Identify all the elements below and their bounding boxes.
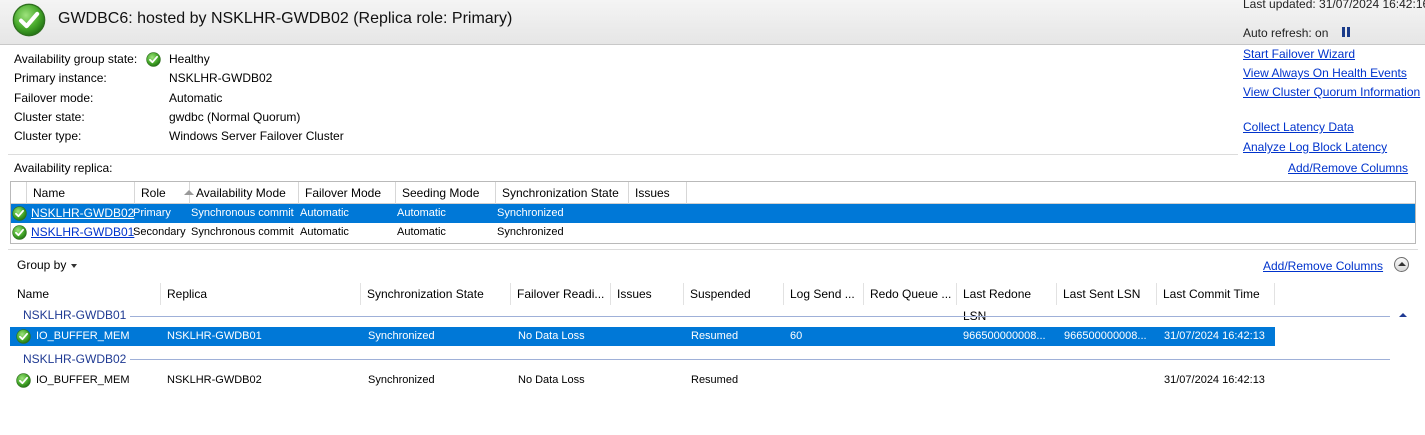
column-header-last-redone-lsn[interactable]: Last Redone LSN xyxy=(957,283,1057,323)
property-label: Failover mode: xyxy=(14,91,94,105)
property-label: Cluster type: xyxy=(14,129,82,143)
replica-availability-mode: Synchronous commit xyxy=(191,226,294,238)
replica-seeding-mode: Automatic xyxy=(397,207,446,219)
start-failover-wizard-link[interactable]: Start Failover Wizard xyxy=(1243,47,1355,61)
column-header-issues[interactable]: Issues xyxy=(629,182,687,204)
chevron-up-icon[interactable] xyxy=(1399,313,1407,317)
replica-sync-state: Synchronized xyxy=(497,207,564,219)
replica-failover-mode: Automatic xyxy=(300,226,349,238)
replica-seeding-mode: Automatic xyxy=(397,226,446,238)
database-last-commit-time: 31/07/2024 16:42:13 xyxy=(1164,374,1265,386)
collapse-all-button[interactable] xyxy=(1394,257,1409,272)
replica-availability-mode: Synchronous commit xyxy=(191,207,294,219)
replica-name-link[interactable]: NSKLHR-GWDB01 xyxy=(28,223,134,242)
analyze-log-block-latency-link[interactable]: Analyze Log Block Latency xyxy=(1243,140,1387,154)
database-failover-readiness: No Data Loss xyxy=(518,330,585,342)
page-title: GWDBC6: hosted by NSKLHR-GWDB02 (Replica… xyxy=(58,10,513,27)
divider xyxy=(8,249,1418,250)
database-last-sent-lsn: 966500000008... xyxy=(1064,330,1147,342)
availability-replica-label: Availability replica: xyxy=(14,161,113,175)
view-cluster-quorum-link[interactable]: View Cluster Quorum Information xyxy=(1243,85,1420,99)
property-value: gwdbc (Normal Quorum) xyxy=(169,110,301,124)
database-suspended: Resumed xyxy=(691,330,739,342)
check-circle-icon xyxy=(12,3,46,37)
database-row[interactable]: IO_BUFFER_MEM NSKLHR-GWDB01 Synchronized… xyxy=(10,327,1275,346)
column-header-failover-readiness[interactable]: Failover Readi... xyxy=(511,283,611,305)
database-replica: NSKLHR-GWDB01 xyxy=(167,330,262,342)
replica-row[interactable]: NSKLHR-GWDB01 Secondary Synchronous comm… xyxy=(11,223,1415,242)
database-row[interactable]: IO_BUFFER_MEM NSKLHR-GWDB02 Synchronized… xyxy=(10,371,1275,390)
check-circle-icon xyxy=(16,373,31,388)
column-header-name[interactable]: Name xyxy=(11,283,161,305)
divider xyxy=(8,154,1238,155)
database-suspended: Resumed xyxy=(691,374,739,386)
group-header-label[interactable]: NSKLHR-GWDB01 xyxy=(23,308,126,322)
database-log-send: 60 xyxy=(790,330,803,342)
property-value: Automatic xyxy=(169,91,223,105)
property-label: Primary instance: xyxy=(14,71,107,85)
database-name: IO_BUFFER_MEM xyxy=(36,374,130,386)
database-last-commit-time: 31/07/2024 16:42:13 xyxy=(1164,330,1265,342)
replica-grid: Name Role Availability Mode Failover Mod… xyxy=(10,181,1416,244)
replica-add-remove-columns-link[interactable]: Add/Remove Columns xyxy=(1288,161,1408,175)
column-header-suspended[interactable]: Suspended xyxy=(684,283,784,305)
column-header-availability-mode[interactable]: Availability Mode xyxy=(190,182,299,204)
group-by-dropdown[interactable]: Group by xyxy=(17,258,78,272)
database-sync-state: Synchronized xyxy=(368,374,435,386)
database-sync-state: Synchronized xyxy=(368,330,435,342)
pause-icon[interactable] xyxy=(1342,27,1350,37)
group-header-label[interactable]: NSKLHR-GWDB02 xyxy=(23,352,126,366)
chevron-down-icon xyxy=(71,263,78,268)
column-header-role[interactable]: Role xyxy=(135,182,190,204)
database-failover-readiness: No Data Loss xyxy=(518,374,585,386)
replica-role: Secondary xyxy=(133,226,186,238)
column-header-issues[interactable]: Issues xyxy=(611,283,684,305)
replica-role: Primary xyxy=(133,207,171,219)
check-circle-icon xyxy=(12,206,27,221)
column-header-synchronization-state[interactable]: Synchronization State xyxy=(496,182,629,204)
database-name: IO_BUFFER_MEM xyxy=(36,330,130,342)
last-updated-text: Last updated: 31/07/2024 16:42:16 xyxy=(1243,0,1425,11)
column-header-seeding-mode[interactable]: Seeding Mode xyxy=(396,182,496,204)
database-replica: NSKLHR-GWDB02 xyxy=(167,374,262,386)
replica-row[interactable]: NSKLHR-GWDB02 Primary Synchronous commit… xyxy=(11,204,1415,223)
group-divider xyxy=(130,359,1390,360)
column-header-log-send[interactable]: Log Send ... xyxy=(784,283,864,305)
database-last-redone-lsn: 966500000008... xyxy=(963,330,1046,342)
check-circle-icon xyxy=(12,225,27,240)
group-divider xyxy=(130,316,1390,317)
property-label: Availability group state: xyxy=(14,52,138,66)
replica-failover-mode: Automatic xyxy=(300,207,349,219)
replica-grid-header: Name Role Availability Mode Failover Mod… xyxy=(11,182,1415,204)
group-by-label: Group by xyxy=(17,258,67,272)
column-header-synchronization-state[interactable]: Synchronization State xyxy=(361,283,511,305)
replica-name-link[interactable]: NSKLHR-GWDB02 xyxy=(28,204,134,223)
property-label: Cluster state: xyxy=(14,110,85,124)
column-header-failover-mode[interactable]: Failover Mode xyxy=(299,182,396,204)
database-add-remove-columns-link[interactable]: Add/Remove Columns xyxy=(1263,259,1383,273)
column-header-replica[interactable]: Replica xyxy=(161,283,361,305)
view-health-events-link[interactable]: View Always On Health Events xyxy=(1243,66,1407,80)
column-header-last-commit-time[interactable]: Last Commit Time xyxy=(1157,283,1275,305)
column-header-name[interactable]: Name xyxy=(27,182,135,204)
column-header-last-sent-lsn[interactable]: Last Sent LSN xyxy=(1057,283,1157,305)
property-value: NSKLHR-GWDB02 xyxy=(169,71,273,85)
column-header-redo-queue[interactable]: Redo Queue ... xyxy=(864,283,957,305)
check-circle-icon xyxy=(16,329,31,344)
check-circle-icon xyxy=(146,52,161,67)
header-bar: GWDBC6: hosted by NSKLHR-GWDB02 (Replica… xyxy=(0,0,1425,45)
auto-refresh-text: Auto refresh: on xyxy=(1243,26,1329,40)
property-value: Windows Server Failover Cluster xyxy=(169,129,344,143)
property-value: Healthy xyxy=(169,52,210,66)
replica-sync-state: Synchronized xyxy=(497,226,564,238)
column-header-status[interactable] xyxy=(11,182,27,204)
collect-latency-data-link[interactable]: Collect Latency Data xyxy=(1243,120,1354,134)
